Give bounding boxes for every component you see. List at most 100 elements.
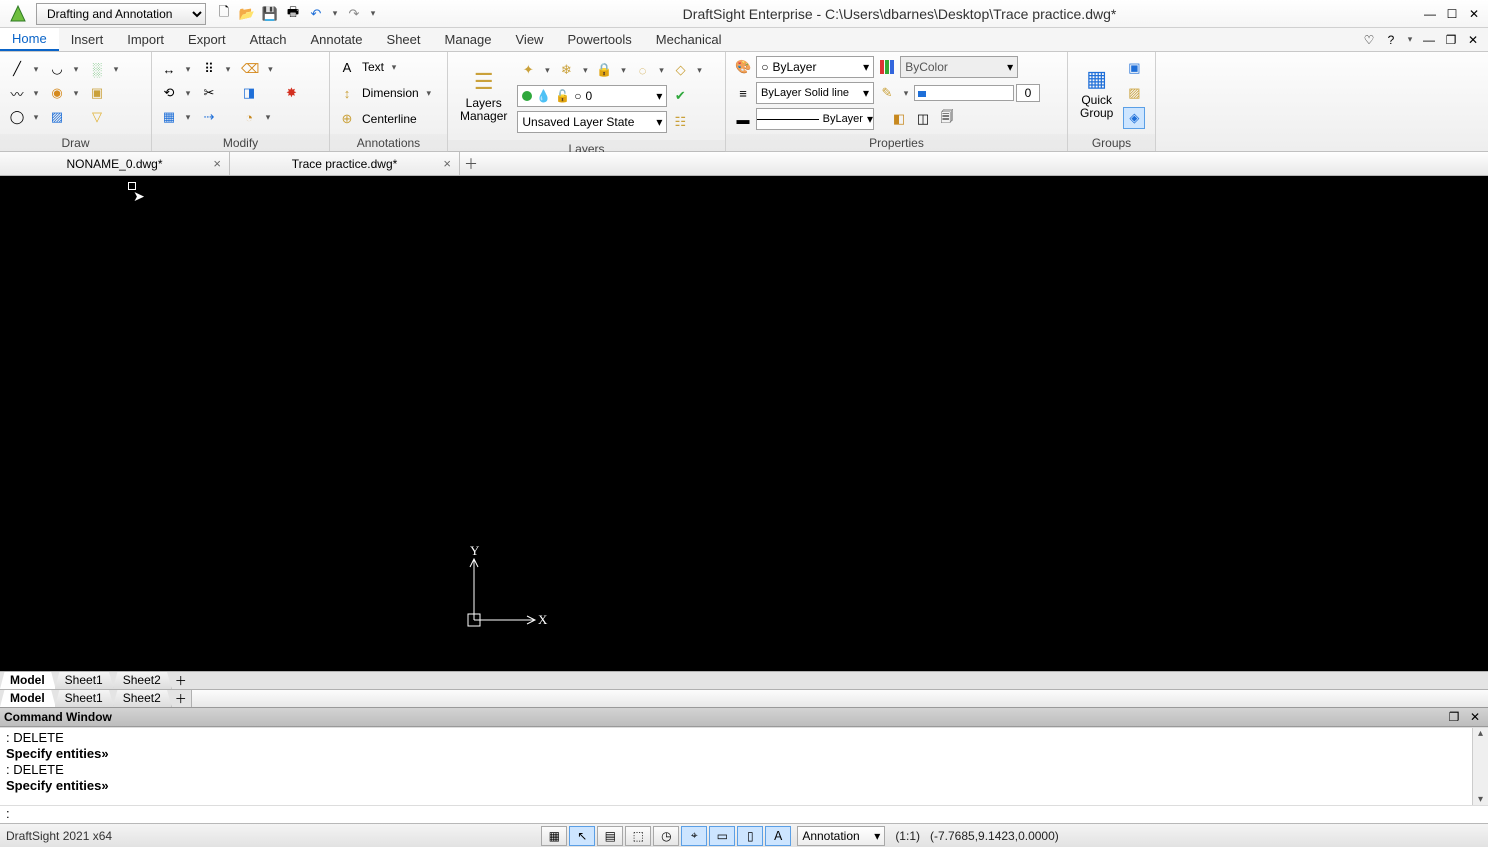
erase-icon[interactable]: ⌫ xyxy=(238,58,262,80)
rotate-dropdown[interactable]: ▾ xyxy=(182,88,194,99)
linestyle-combo[interactable]: ByLayer Solid line ▾ xyxy=(756,82,874,104)
text-label[interactable]: Text xyxy=(362,60,384,74)
layer-lock-icon[interactable]: 🔒 xyxy=(593,59,615,81)
props-tool3-icon[interactable]: 🗐 xyxy=(936,108,958,130)
status-ortho-icon[interactable]: ⬚ xyxy=(625,826,651,846)
command-window-close-icon[interactable]: ✕ xyxy=(1466,708,1484,726)
circle-icon[interactable]: ◯ xyxy=(6,106,28,128)
minimize-button[interactable]: — xyxy=(1420,5,1440,23)
new-document-tab[interactable]: ＋ xyxy=(460,152,482,175)
lineweight-value[interactable] xyxy=(1016,84,1040,102)
drawing-canvas[interactable]: ➤ Y X xyxy=(0,176,1488,671)
ribbon-tab-sheet[interactable]: Sheet xyxy=(375,28,433,51)
arc-icon[interactable]: ◡ xyxy=(46,58,68,80)
fillet-dropdown[interactable]: ▾ xyxy=(262,112,274,123)
array-dropdown[interactable]: ▾ xyxy=(182,112,194,123)
circle-dropdown[interactable]: ▾ xyxy=(30,112,42,123)
sheet-tab-model[interactable]: Model xyxy=(0,672,56,689)
quick-group-button[interactable]: ▦ Quick Group xyxy=(1074,64,1119,122)
redo-icon[interactable]: ↷ xyxy=(344,4,364,24)
status-cursor-icon[interactable]: ↖ xyxy=(569,826,595,846)
move-icon[interactable]: ↔ xyxy=(158,58,180,80)
command-input[interactable]: : xyxy=(0,805,1488,823)
open-file-icon[interactable]: 📂 xyxy=(237,4,257,24)
ribbon-tab-manage[interactable]: Manage xyxy=(433,28,504,51)
layer-off-icon[interactable]: ◌ xyxy=(632,59,654,81)
centerline-label[interactable]: Centerline xyxy=(362,112,417,126)
redo-dropdown-icon[interactable]: ▾ xyxy=(367,4,379,24)
point-dropdown[interactable]: ▾ xyxy=(110,64,122,75)
doc-restore-button[interactable]: ❐ xyxy=(1442,31,1460,49)
command-scrollbar[interactable]: ▴▾ xyxy=(1472,728,1488,805)
centerline-icon[interactable]: ⊕ xyxy=(336,108,358,130)
ungroup-icon[interactable]: ▨ xyxy=(1123,82,1145,104)
status-polar-icon[interactable]: ◷ xyxy=(653,826,679,846)
ribbon-tab-home[interactable]: Home xyxy=(0,28,59,51)
region-icon[interactable]: ▣ xyxy=(86,82,108,104)
doc-close-button[interactable]: ✕ xyxy=(1464,31,1482,49)
sheet-tab-sheet1[interactable]: Sheet1 xyxy=(55,690,114,707)
workspace-select[interactable]: Drafting and Annotation xyxy=(36,3,206,25)
ribbon-tab-mechanical[interactable]: Mechanical xyxy=(644,28,734,51)
color-palette-icon[interactable] xyxy=(876,56,898,78)
status-etrack-icon[interactable]: ▭ xyxy=(709,826,735,846)
dimension-dropdown[interactable]: ▾ xyxy=(423,88,435,99)
pattern-dropdown[interactable]: ▾ xyxy=(222,64,234,75)
save-icon[interactable]: 💾 xyxy=(260,4,280,24)
props-tool1-icon[interactable]: ◧ xyxy=(888,108,910,130)
sheet-tab-sheet2[interactable]: Sheet2 xyxy=(113,672,172,689)
close-tab-icon[interactable]: × xyxy=(213,156,221,171)
polyline-dropdown[interactable]: ▾ xyxy=(30,88,42,99)
help-icon[interactable]: ? xyxy=(1382,31,1400,49)
lineweight-icon[interactable]: ▬ xyxy=(732,108,754,130)
ribbon-tab-import[interactable]: Import xyxy=(115,28,176,51)
polygon-icon[interactable]: ▽ xyxy=(86,106,108,128)
extend-icon[interactable]: ⇢ xyxy=(198,106,220,128)
sheet-tab-sheet2[interactable]: Sheet2 xyxy=(113,690,172,707)
add-sheet-button[interactable]: ＋ xyxy=(171,690,191,707)
close-tab-icon[interactable]: × xyxy=(443,156,451,171)
layer-apply-icon[interactable]: ✔ xyxy=(669,85,691,107)
document-tab[interactable]: Trace practice.dwg*× xyxy=(230,152,460,175)
layer-new-dd[interactable]: ▾ xyxy=(541,65,553,76)
explode-icon[interactable]: ✸ xyxy=(280,82,302,104)
bycolor-combo[interactable]: ByColor ▾ xyxy=(900,56,1018,78)
undo-icon[interactable]: ↶ xyxy=(306,4,326,24)
hatch-icon[interactable]: ▨ xyxy=(46,106,68,128)
command-history[interactable]: : DELETESpecify entities»: DELETESpecify… xyxy=(0,727,1488,805)
arc-dropdown[interactable]: ▾ xyxy=(70,64,82,75)
status-grid-icon[interactable]: ▤ xyxy=(597,826,623,846)
group-edit-icon[interactable]: ◈ xyxy=(1123,107,1145,129)
rotate-icon[interactable]: ⟲ xyxy=(158,82,180,104)
linestyle-icon[interactable]: ≡ xyxy=(732,82,754,104)
document-tab[interactable]: NONAME_0.dwg*× xyxy=(0,152,230,175)
dimension-label[interactable]: Dimension xyxy=(362,86,419,100)
layer-lock-dd[interactable]: ▾ xyxy=(618,65,630,76)
help-dropdown-icon[interactable]: ▾ xyxy=(1404,31,1416,49)
ribbon-tab-export[interactable]: Export xyxy=(176,28,238,51)
active-layer-combo[interactable]: 💧 🔓 ○ 0 ▾ xyxy=(517,85,667,107)
sheet-scroll-area[interactable] xyxy=(191,690,1488,707)
ribbon-tab-annotate[interactable]: Annotate xyxy=(298,28,374,51)
layer-tools-icon[interactable]: ☷ xyxy=(669,111,691,133)
layer-off-dd[interactable]: ▾ xyxy=(656,65,668,76)
move-dropdown[interactable]: ▾ xyxy=(182,64,194,75)
ellipse-dropdown[interactable]: ▾ xyxy=(70,88,82,99)
command-window-header[interactable]: Command Window ❐ ✕ xyxy=(0,707,1488,727)
print-icon[interactable]: 🖶 xyxy=(283,4,303,24)
ribbon-tab-attach[interactable]: Attach xyxy=(238,28,299,51)
text-dropdown[interactable]: ▾ xyxy=(388,62,400,73)
sheet-tab-sheet1[interactable]: Sheet1 xyxy=(55,672,114,689)
color-combo[interactable]: ○ ByLayer ▾ xyxy=(756,56,874,78)
layer-freeze-icon[interactable]: ❄ xyxy=(555,59,577,81)
scale-icon[interactable]: ◨ xyxy=(238,82,260,104)
maximize-button[interactable]: ☐ xyxy=(1442,5,1462,23)
layer-freeze-dd[interactable]: ▾ xyxy=(579,65,591,76)
ribbon-tab-insert[interactable]: Insert xyxy=(59,28,116,51)
doc-minimize-button[interactable]: — xyxy=(1420,31,1438,49)
undo-dropdown-icon[interactable]: ▾ xyxy=(329,4,341,24)
add-sheet-button[interactable]: ＋ xyxy=(171,672,191,689)
ribbon-tab-view[interactable]: View xyxy=(504,28,556,51)
status-esnap-icon[interactable]: ⌖ xyxy=(681,826,707,846)
polyline-icon[interactable]: 〰 xyxy=(6,82,28,104)
